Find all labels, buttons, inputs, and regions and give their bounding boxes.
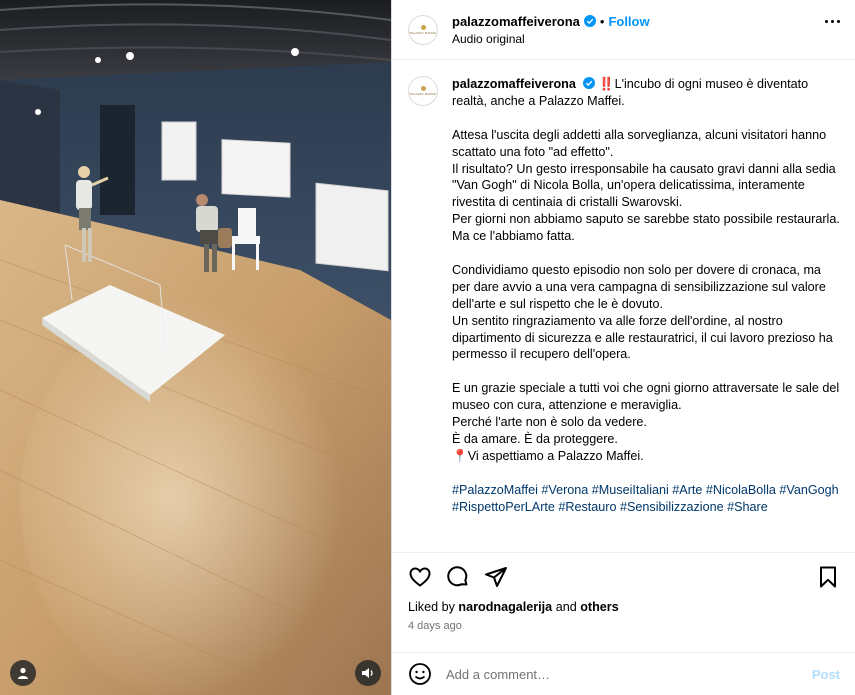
caption-paragraph-1: palazzomaffeiverona ‼️L'incubo di ogni m… (452, 76, 840, 110)
comment-input[interactable]: Add a comment… (446, 667, 812, 682)
post-actions: Liked by narodnagalerija and others 4 da… (392, 552, 855, 652)
post-side-panel: PALAZZO MAFFEI palazzomaffeiverona • Fol… (391, 0, 855, 695)
verified-badge-icon (583, 77, 596, 89)
audio-icon (362, 668, 373, 678)
share-icon[interactable] (484, 565, 508, 589)
avatar-logo-text: PALAZZO MAFFEI (409, 30, 437, 35)
audio-label[interactable]: Audio original (452, 32, 650, 46)
caption-text-5: Vi aspettiamo a Palazzo Maffei. (467, 448, 644, 463)
instagram-post-modal: PALAZZO MAFFEI palazzomaffeiverona • Fol… (0, 0, 855, 695)
liked-by-user[interactable]: narodnagalerija (458, 600, 552, 614)
heart-icon[interactable] (408, 565, 432, 589)
user-tag-button[interactable] (10, 660, 36, 686)
post-media-video[interactable] (0, 0, 391, 695)
bookmark-icon[interactable] (816, 565, 840, 589)
caption-text-3: Condividiamo questo episodio non solo pe… (452, 262, 833, 362)
pin-emoji: 📍 (452, 448, 468, 463)
more-options-icon[interactable] (825, 20, 840, 23)
liked-by-others[interactable]: others (580, 600, 619, 614)
header-separator: • (599, 13, 605, 29)
museum-surveillance-image (0, 0, 391, 695)
audio-toggle-button[interactable] (355, 660, 381, 686)
double-exclamation-emoji: ‼️ (598, 77, 615, 91)
caption-username[interactable]: palazzomaffeiverona (452, 77, 576, 91)
emoji-icon[interactable] (408, 662, 432, 686)
avatar[interactable]: PALAZZO MAFFEI (408, 14, 438, 45)
caption-text-2: Attesa l'uscita degli addetti alla sorve… (452, 127, 840, 244)
follow-button[interactable]: Follow (608, 14, 649, 29)
comment-bar: Add a comment… Post (392, 652, 855, 695)
post-timestamp[interactable]: 4 days ago (408, 620, 840, 632)
logo-mark-icon (420, 24, 426, 30)
post-caption: PALAZZO MAFFEI palazzomaffeiverona ‼️L'i… (392, 62, 855, 552)
user-tag-icon (18, 667, 28, 679)
caption-avatar[interactable]: PALAZZO MAFFEI (408, 76, 438, 106)
hashtags[interactable]: #PalazzoMaffei #Verona #MuseiItaliani #A… (452, 482, 840, 516)
comment-icon[interactable] (446, 565, 470, 589)
caption-body: palazzomaffeiverona ‼️L'incubo di ogni m… (452, 76, 840, 552)
post-comment-button[interactable]: Post (812, 667, 840, 682)
verified-badge-icon (583, 15, 596, 27)
liked-by-suffix: and (552, 600, 581, 614)
caption-text-4: E un grazie speciale a tutti voi che ogn… (452, 381, 840, 446)
post-header: PALAZZO MAFFEI palazzomaffeiverona • Fol… (392, 0, 855, 60)
avatar-logo-text: PALAZZO MAFFEI (409, 92, 437, 96)
liked-by-prefix: Liked by (408, 600, 459, 614)
header-username[interactable]: palazzomaffeiverona (452, 14, 580, 29)
likes-summary: Liked by narodnagalerija and others (408, 600, 840, 614)
logo-mark-icon (420, 86, 426, 91)
